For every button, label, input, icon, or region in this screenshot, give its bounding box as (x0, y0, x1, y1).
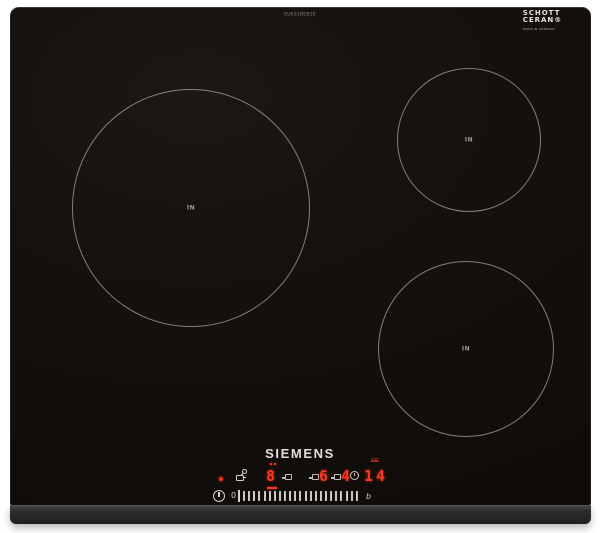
model-number-print: EU631BEB1E (284, 12, 316, 17)
slider-tick[interactable] (269, 491, 271, 501)
cooking-zone-front-right: IN (378, 261, 554, 437)
slider-tick[interactable] (253, 491, 255, 501)
zone-selected-indicator (267, 487, 277, 489)
zone-display-back-right[interactable]: 6 (319, 468, 328, 484)
timer-clock-icon[interactable] (350, 471, 359, 480)
boost-key-label[interactable]: b (366, 492, 371, 501)
slider-tick[interactable] (351, 491, 353, 501)
induction-mark: IN (462, 346, 470, 353)
induction-mark: IN (465, 137, 473, 144)
slider-tick[interactable] (294, 491, 296, 501)
slider-tick[interactable] (279, 491, 281, 501)
slider-tick[interactable] (356, 491, 358, 501)
slider-tick[interactable] (289, 491, 291, 501)
zone-display-large[interactable]: 8 (266, 468, 275, 484)
product-photo-scene: EU631BEB1E SCHOTT CERAN® MADE IN GERMANY… (0, 0, 600, 533)
slider-tick[interactable] (258, 491, 260, 501)
zone-display-front-right[interactable]: 4 (341, 468, 350, 484)
slider-tick[interactable] (315, 491, 317, 501)
slider-tick[interactable] (299, 491, 301, 501)
cooking-zone-back-right: IN (397, 68, 541, 212)
slider-tick[interactable] (310, 491, 312, 501)
slider-tick[interactable] (264, 491, 266, 501)
pan-icon (334, 474, 341, 480)
slider-tick[interactable] (346, 491, 348, 501)
child-lock-icon[interactable] (235, 468, 249, 483)
siemens-logo: SIEMENS (265, 446, 335, 461)
slider-tick[interactable] (330, 491, 332, 501)
slider-tick[interactable] (274, 491, 276, 501)
timer-unit-label: min (371, 458, 379, 463)
power-key-icon[interactable] (213, 490, 225, 502)
cooking-zone-front-left: IN (72, 89, 310, 327)
slider-zero-bar (238, 490, 240, 502)
slider-tick[interactable] (335, 491, 337, 501)
slider-tick[interactable] (325, 491, 327, 501)
slider-min-label: 0 (231, 491, 238, 500)
led-aux-dots (270, 463, 280, 465)
slider-tick[interactable] (340, 491, 342, 501)
pan-icon (285, 474, 292, 480)
pan-icon (312, 474, 319, 480)
slider-tick[interactable] (284, 491, 286, 501)
slider-tick[interactable] (243, 491, 245, 501)
schott-ceran-logo: SCHOTT CERAN® MADE IN GERMANY (523, 10, 588, 34)
schott-ceran-subline: MADE IN GERMANY (523, 28, 556, 31)
front-bezel (10, 505, 591, 524)
power-slider-ticks[interactable] (243, 491, 358, 501)
slider-tick[interactable] (305, 491, 307, 501)
timer-display: 14 (364, 468, 388, 484)
slider-tick[interactable] (320, 491, 322, 501)
induction-mark: IN (187, 205, 195, 212)
slider-tick[interactable] (248, 491, 250, 501)
power-on-dot (219, 477, 223, 481)
schott-ceran-line2: CERAN® (523, 17, 588, 24)
